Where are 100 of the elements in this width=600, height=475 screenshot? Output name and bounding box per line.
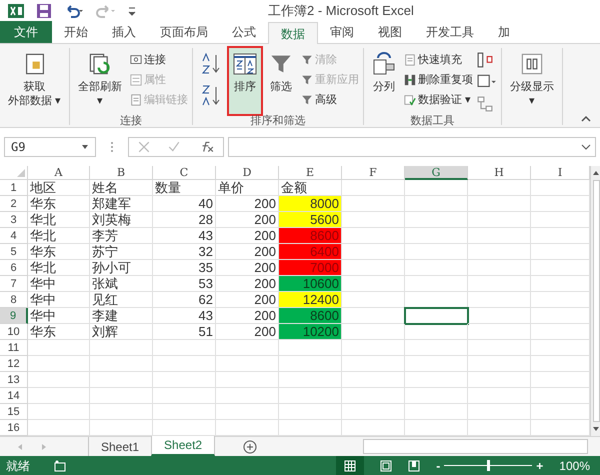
ribbon-tab[interactable]: 开始 [52, 21, 100, 43]
table-cell[interactable] [28, 404, 90, 420]
ribbon-button[interactable]: 全部刷新 ▾ [74, 48, 126, 114]
sort-ascending-icon[interactable] [201, 52, 222, 76]
table-cell[interactable]: 40 [153, 196, 216, 212]
table-cell[interactable]: 华中 [28, 292, 90, 308]
table-cell[interactable] [405, 228, 468, 244]
table-cell[interactable]: 5600 [279, 212, 342, 228]
table-cell[interactable] [342, 292, 405, 308]
table-cell[interactable] [531, 356, 590, 372]
table-cell[interactable] [342, 404, 405, 420]
table-cell[interactable] [342, 244, 405, 260]
table-cell[interactable]: 32 [153, 244, 216, 260]
table-cell[interactable] [405, 340, 468, 356]
save-icon[interactable] [36, 3, 52, 19]
table-cell[interactable]: 8600 [279, 308, 342, 324]
table-cell[interactable] [153, 404, 216, 420]
table-cell[interactable] [216, 404, 279, 420]
table-cell[interactable] [90, 356, 153, 372]
table-cell[interactable] [468, 180, 531, 196]
table-cell[interactable]: 华东 [28, 324, 90, 340]
table-cell[interactable] [531, 180, 590, 196]
table-cell[interactable]: 张斌 [90, 276, 153, 292]
sort-descending-icon[interactable] [201, 84, 222, 108]
table-cell[interactable] [405, 404, 468, 420]
table-cell[interactable] [405, 324, 468, 340]
row-header[interactable]: 3 [0, 212, 28, 228]
table-cell[interactable] [90, 388, 153, 404]
table-cell[interactable] [405, 244, 468, 260]
table-cell[interactable] [28, 388, 90, 404]
table-cell[interactable] [468, 388, 531, 404]
table-cell[interactable] [90, 340, 153, 356]
ribbon-button[interactable]: 分列 [368, 48, 400, 114]
zoom-in-button[interactable]: + [536, 456, 544, 474]
table-cell[interactable] [216, 372, 279, 388]
zoom-level[interactable]: 100% [559, 456, 590, 474]
table-cell[interactable]: 28 [153, 212, 216, 228]
row-header[interactable]: 6 [0, 260, 28, 276]
drag-handle-icon[interactable] [108, 141, 116, 153]
row-header[interactable]: 15 [0, 404, 28, 420]
ribbon-button[interactable]: 获取 外部数据 ▾ [4, 48, 66, 114]
ribbon-tab[interactable]: 插入 [100, 21, 148, 43]
table-cell[interactable]: 43 [153, 308, 216, 324]
table-cell[interactable] [468, 212, 531, 228]
table-cell[interactable]: 苏宁 [90, 244, 153, 260]
table-cell[interactable]: 华北 [28, 228, 90, 244]
table-cell[interactable]: 35 [153, 260, 216, 276]
table-cell[interactable] [90, 404, 153, 420]
table-cell[interactable] [216, 340, 279, 356]
formula-input[interactable] [228, 137, 596, 157]
row-header[interactable]: 5 [0, 244, 28, 260]
ribbon-button[interactable]: 分级显示 ▾ [506, 48, 558, 114]
table-cell[interactable] [279, 404, 342, 420]
row-header[interactable]: 9 [0, 308, 28, 324]
vertical-scrollbar-thumb[interactable] [592, 180, 600, 422]
column-header[interactable]: H [468, 166, 531, 180]
column-header[interactable]: G [405, 166, 468, 180]
cancel-icon[interactable] [138, 141, 150, 153]
row-header[interactable]: 11 [0, 340, 28, 356]
table-cell[interactable]: 孙小可 [90, 260, 153, 276]
table-cell[interactable] [531, 196, 590, 212]
table-cell[interactable] [342, 356, 405, 372]
table-cell[interactable] [153, 388, 216, 404]
excel-logo-icon[interactable] [8, 3, 24, 19]
row-header[interactable]: 10 [0, 324, 28, 340]
table-cell[interactable] [531, 212, 590, 228]
zoom-slider-track[interactable] [444, 460, 532, 471]
table-cell[interactable] [342, 388, 405, 404]
table-cell[interactable]: 华北 [28, 212, 90, 228]
table-cell[interactable]: 53 [153, 276, 216, 292]
enter-icon[interactable] [168, 141, 180, 153]
table-cell[interactable] [405, 356, 468, 372]
ribbon-tab[interactable]: 加 [486, 21, 522, 43]
expand-icon[interactable] [581, 143, 591, 151]
table-cell[interactable] [468, 404, 531, 420]
table-cell[interactable] [90, 372, 153, 388]
table-cell[interactable]: 姓名 [90, 180, 153, 196]
file-tab[interactable]: 文件 [0, 21, 52, 43]
table-cell[interactable] [216, 356, 279, 372]
table-cell[interactable] [153, 340, 216, 356]
table-cell[interactable] [468, 308, 531, 324]
table-cell[interactable] [216, 388, 279, 404]
table-cell[interactable] [342, 212, 405, 228]
table-cell[interactable] [468, 340, 531, 356]
table-cell[interactable] [342, 324, 405, 340]
table-cell[interactable] [531, 244, 590, 260]
table-cell[interactable]: 43 [153, 228, 216, 244]
table-cell[interactable] [468, 228, 531, 244]
sheet-tab[interactable]: Sheet2 [151, 436, 216, 456]
ribbon-button[interactable]: 快速填充 [404, 50, 474, 70]
table-cell[interactable] [28, 356, 90, 372]
table-cell[interactable] [342, 276, 405, 292]
table-cell[interactable]: 地区 [28, 180, 90, 196]
table-cell[interactable] [28, 340, 90, 356]
table-cell[interactable]: 华中 [28, 276, 90, 292]
table-cell[interactable] [468, 356, 531, 372]
table-cell[interactable]: 51 [153, 324, 216, 340]
table-cell[interactable] [405, 180, 468, 196]
table-cell[interactable] [342, 372, 405, 388]
name-box[interactable]: G9 [4, 137, 96, 157]
